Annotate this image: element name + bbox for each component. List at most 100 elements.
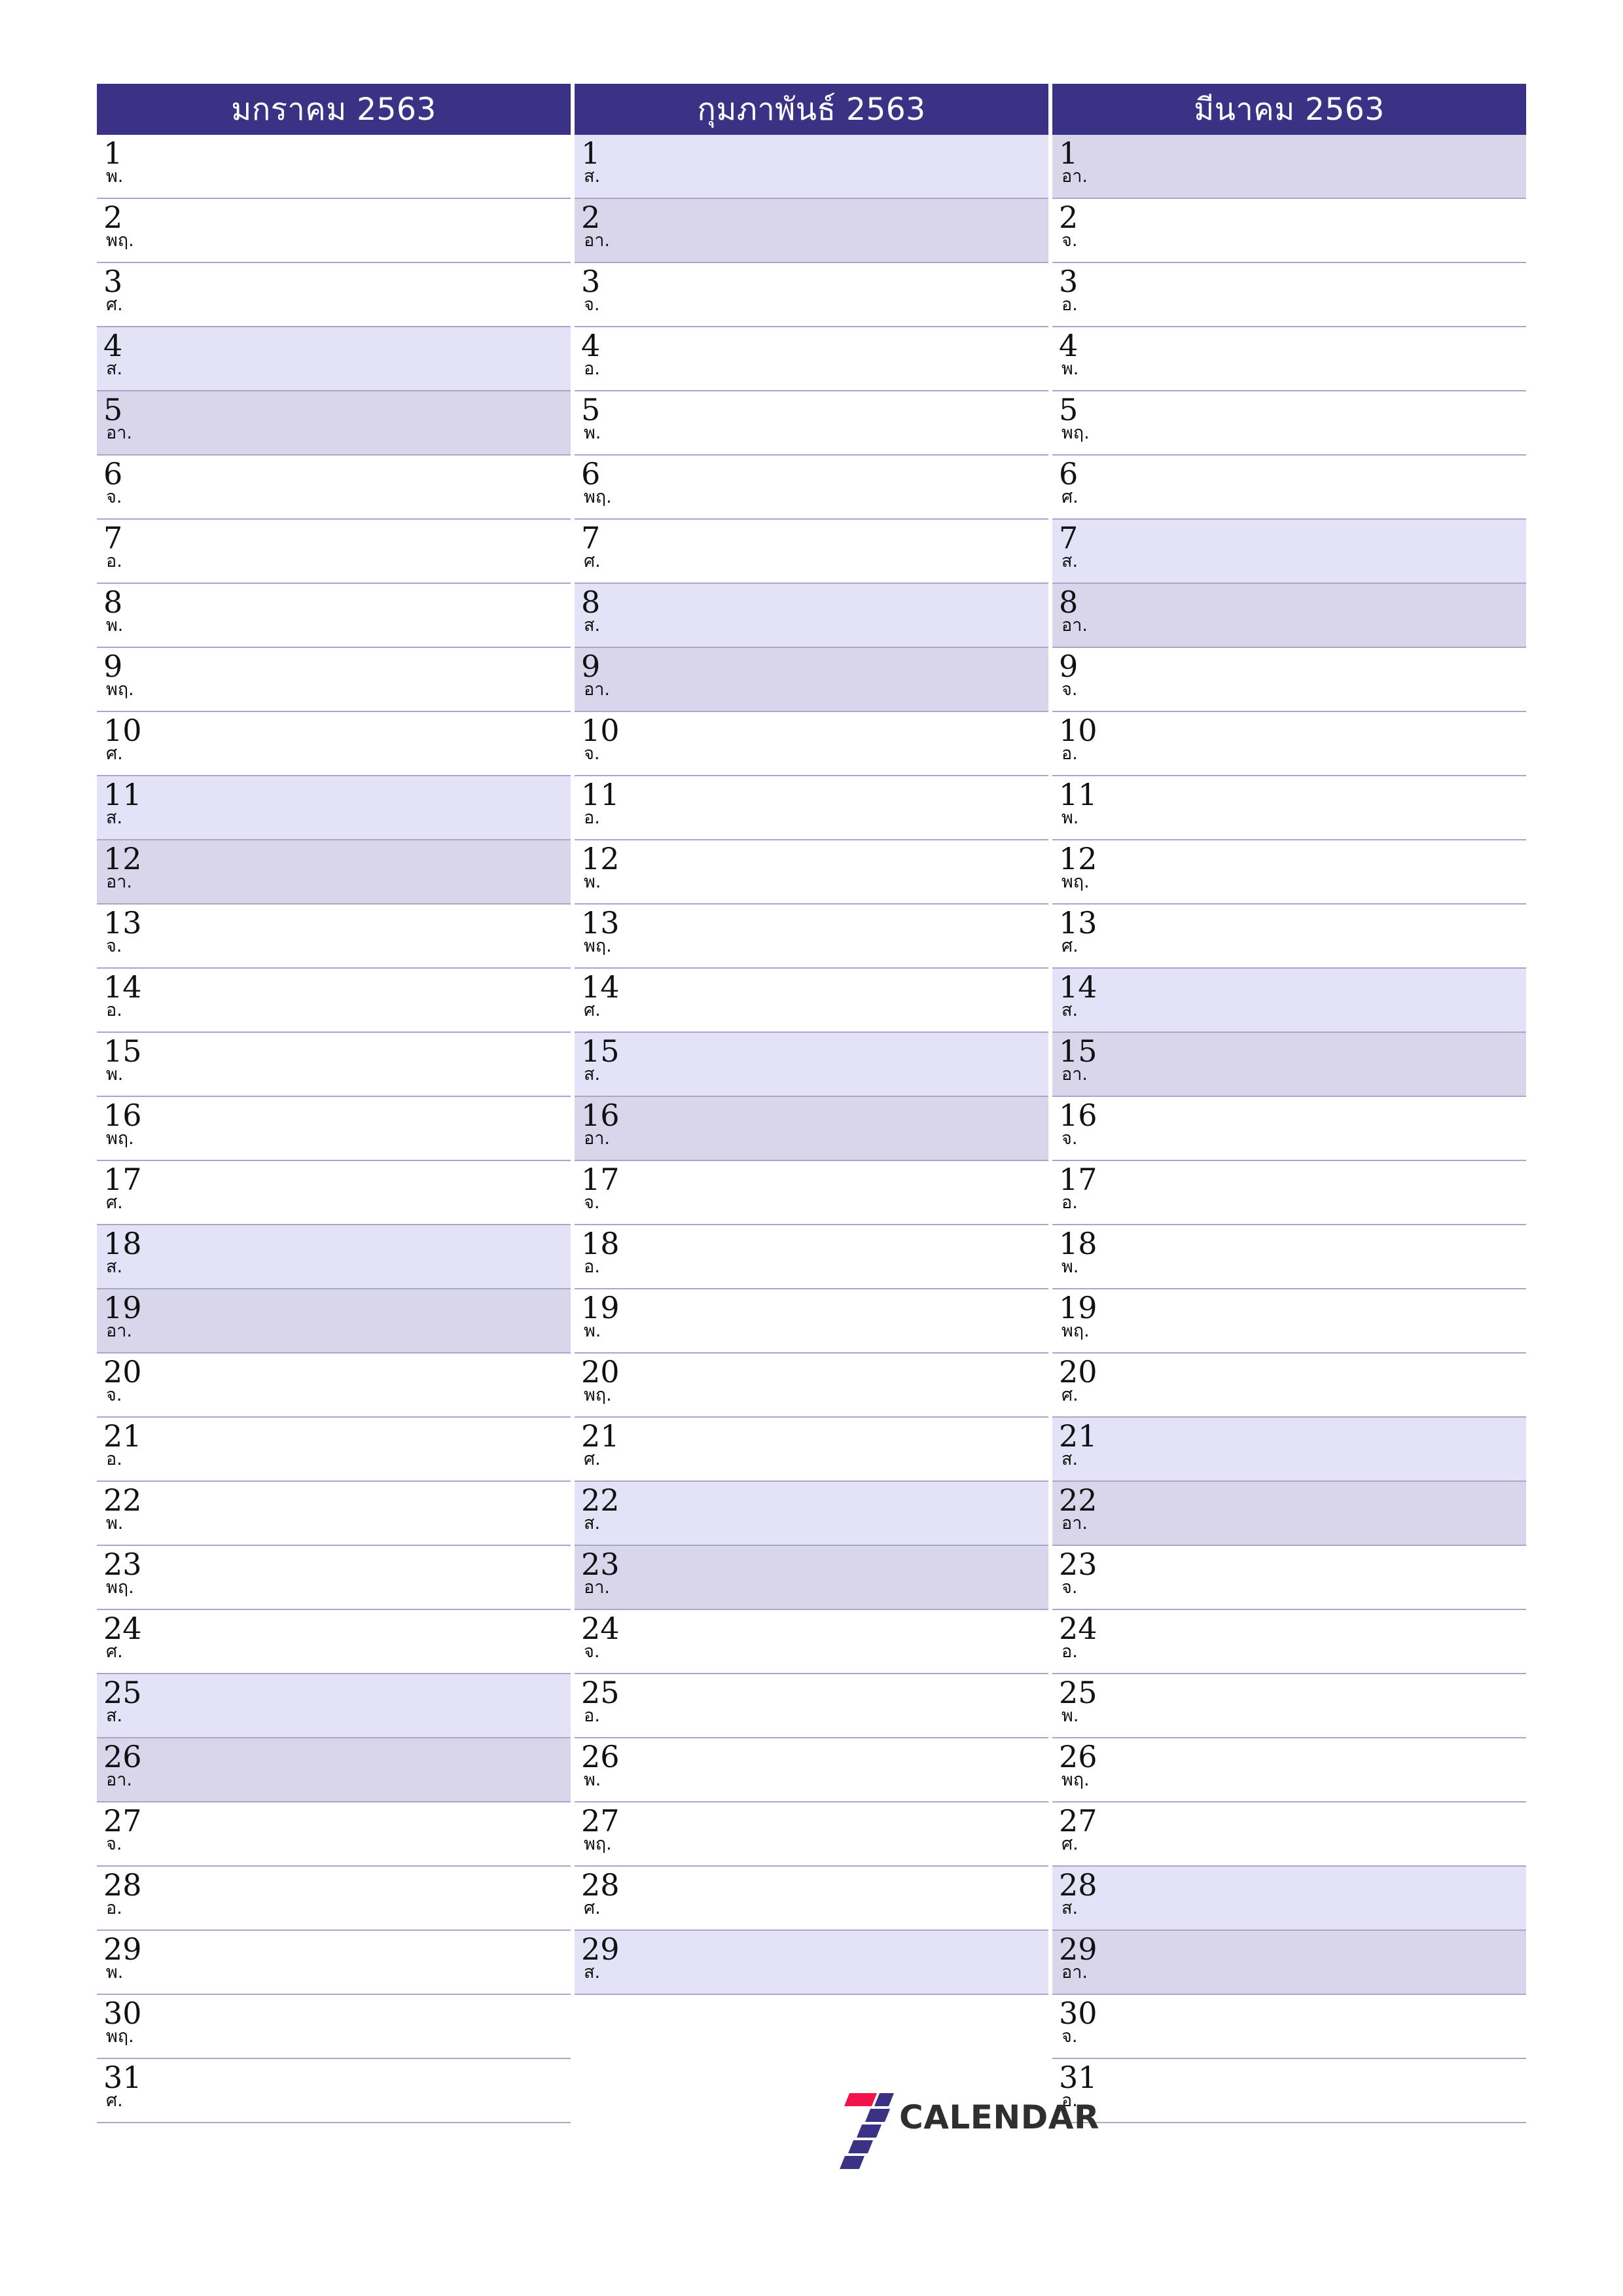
day-row[interactable]: 16 พฤ.: [97, 1097, 571, 1161]
day-row[interactable]: 25 อ.: [575, 1674, 1048, 1738]
day-row[interactable]: 16 จ.: [1052, 1097, 1526, 1161]
day-row[interactable]: 12 พฤ.: [1052, 840, 1526, 905]
day-row[interactable]: 23 อา.: [575, 1546, 1048, 1610]
day-row[interactable]: 31 ศ.: [97, 2059, 571, 2123]
day-row[interactable]: 11 พ.: [1052, 776, 1526, 840]
day-row[interactable]: 30 พฤ.: [97, 1995, 571, 2059]
day-row[interactable]: 21 ศ.: [575, 1418, 1048, 1482]
day-row[interactable]: 17 อ.: [1052, 1161, 1526, 1225]
day-row[interactable]: 19 พฤ.: [1052, 1289, 1526, 1354]
day-row[interactable]: 11 ส.: [97, 776, 571, 840]
day-row[interactable]: 5 พฤ.: [1052, 391, 1526, 456]
day-row[interactable]: 28 ส.: [1052, 1867, 1526, 1931]
day-row[interactable]: 2 พฤ.: [97, 199, 571, 263]
day-row[interactable]: 10 จ.: [575, 712, 1048, 776]
day-row[interactable]: 13 จ.: [97, 905, 571, 969]
day-row[interactable]: 24 ศ.: [97, 1610, 571, 1674]
day-row[interactable]: 28 อ.: [97, 1867, 571, 1931]
day-row[interactable]: 30 จ.: [1052, 1995, 1526, 2059]
day-row[interactable]: 15 อา.: [1052, 1033, 1526, 1097]
day-row[interactable]: 18 อ.: [575, 1225, 1048, 1289]
day-row[interactable]: 20 ศ.: [1052, 1354, 1526, 1418]
day-row[interactable]: 14 ศ.: [575, 969, 1048, 1033]
day-row[interactable]: 4 พ.: [1052, 327, 1526, 391]
day-row[interactable]: 14 อ.: [97, 969, 571, 1033]
day-row[interactable]: 24 จ.: [575, 1610, 1048, 1674]
day-row[interactable]: 19 อา.: [97, 1289, 571, 1354]
day-row[interactable]: 17 ศ.: [97, 1161, 571, 1225]
day-row[interactable]: 7 อ.: [97, 520, 571, 584]
day-weekday-abbr: อ.: [106, 1000, 122, 1021]
day-row[interactable]: 5 อา.: [97, 391, 571, 456]
day-row[interactable]: 22 อา.: [1052, 1482, 1526, 1546]
day-row[interactable]: 4 ส.: [97, 327, 571, 391]
day-row[interactable]: 5 พ.: [575, 391, 1048, 456]
day-row[interactable]: 13 ศ.: [1052, 905, 1526, 969]
day-row[interactable]: 3 อ.: [1052, 263, 1526, 327]
day-row[interactable]: 9 อา.: [575, 648, 1048, 712]
day-row[interactable]: 28 ศ.: [575, 1867, 1048, 1931]
day-row[interactable]: 2 อา.: [575, 199, 1048, 263]
day-row[interactable]: 29 อา.: [1052, 1931, 1526, 1995]
day-row[interactable]: 19 พ.: [575, 1289, 1048, 1354]
day-row[interactable]: 15 ส.: [575, 1033, 1048, 1097]
day-row[interactable]: 7 ส.: [1052, 520, 1526, 584]
day-row[interactable]: 26 พฤ.: [1052, 1738, 1526, 1803]
day-row[interactable]: 6 ศ.: [1052, 456, 1526, 520]
day-number: 9: [103, 649, 123, 684]
day-number: 24: [103, 1611, 142, 1646]
day-row[interactable]: 31 อ.: [1052, 2059, 1526, 2123]
day-row[interactable]: 25 ส.: [97, 1674, 571, 1738]
day-weekday-abbr: พฤ.: [1061, 872, 1090, 893]
day-row[interactable]: 8 อา.: [1052, 584, 1526, 648]
day-row[interactable]: 3 ศ.: [97, 263, 571, 327]
day-weekday-abbr: ศ.: [1061, 936, 1079, 957]
day-number: 20: [1059, 1354, 1097, 1390]
day-row[interactable]: 13 พฤ.: [575, 905, 1048, 969]
day-row[interactable]: 1 อา.: [1052, 135, 1526, 199]
day-row[interactable]: 6 จ.: [97, 456, 571, 520]
seven-stripes-mark-icon: [830, 2093, 895, 2169]
day-row[interactable]: 8 พ.: [97, 584, 571, 648]
day-row[interactable]: 27 จ.: [97, 1803, 571, 1867]
day-row[interactable]: 29 ส.: [575, 1931, 1048, 1995]
day-row[interactable]: 8 ส.: [575, 584, 1048, 648]
day-number: 18: [1059, 1226, 1097, 1261]
day-row[interactable]: 23 จ.: [1052, 1546, 1526, 1610]
day-row[interactable]: 22 พ.: [97, 1482, 571, 1546]
day-row[interactable]: 9 จ.: [1052, 648, 1526, 712]
day-row[interactable]: 27 ศ.: [1052, 1803, 1526, 1867]
day-row[interactable]: 12 อา.: [97, 840, 571, 905]
day-row[interactable]: 15 พ.: [97, 1033, 571, 1097]
day-row[interactable]: 25 พ.: [1052, 1674, 1526, 1738]
day-row[interactable]: 20 จ.: [97, 1354, 571, 1418]
day-row[interactable]: 18 ส.: [97, 1225, 571, 1289]
day-row[interactable]: 21 ส.: [1052, 1418, 1526, 1482]
day-row[interactable]: 1 ส.: [575, 135, 1048, 199]
day-row[interactable]: 10 ศ.: [97, 712, 571, 776]
day-row[interactable]: 21 อ.: [97, 1418, 571, 1482]
day-row[interactable]: 6 พฤ.: [575, 456, 1048, 520]
day-row[interactable]: 3 จ.: [575, 263, 1048, 327]
day-row[interactable]: 27 พฤ.: [575, 1803, 1048, 1867]
day-row[interactable]: 11 อ.: [575, 776, 1048, 840]
day-number: 1: [581, 135, 601, 171]
day-row[interactable]: 16 อา.: [575, 1097, 1048, 1161]
day-row[interactable]: 10 อ.: [1052, 712, 1526, 776]
day-row[interactable]: 9 พฤ.: [97, 648, 571, 712]
day-row[interactable]: 24 อ.: [1052, 1610, 1526, 1674]
day-row[interactable]: 14 ส.: [1052, 969, 1526, 1033]
day-row[interactable]: 20 พฤ.: [575, 1354, 1048, 1418]
day-row[interactable]: 22 ส.: [575, 1482, 1048, 1546]
day-row[interactable]: 18 พ.: [1052, 1225, 1526, 1289]
day-row[interactable]: 7 ศ.: [575, 520, 1048, 584]
day-row[interactable]: 26 อา.: [97, 1738, 571, 1803]
day-row[interactable]: 26 พ.: [575, 1738, 1048, 1803]
day-row[interactable]: 2 จ.: [1052, 199, 1526, 263]
day-row[interactable]: 17 จ.: [575, 1161, 1048, 1225]
day-row[interactable]: 1 พ.: [97, 135, 571, 199]
day-row[interactable]: 29 พ.: [97, 1931, 571, 1995]
day-row[interactable]: 4 อ.: [575, 327, 1048, 391]
day-row[interactable]: 23 พฤ.: [97, 1546, 571, 1610]
day-row[interactable]: 12 พ.: [575, 840, 1048, 905]
